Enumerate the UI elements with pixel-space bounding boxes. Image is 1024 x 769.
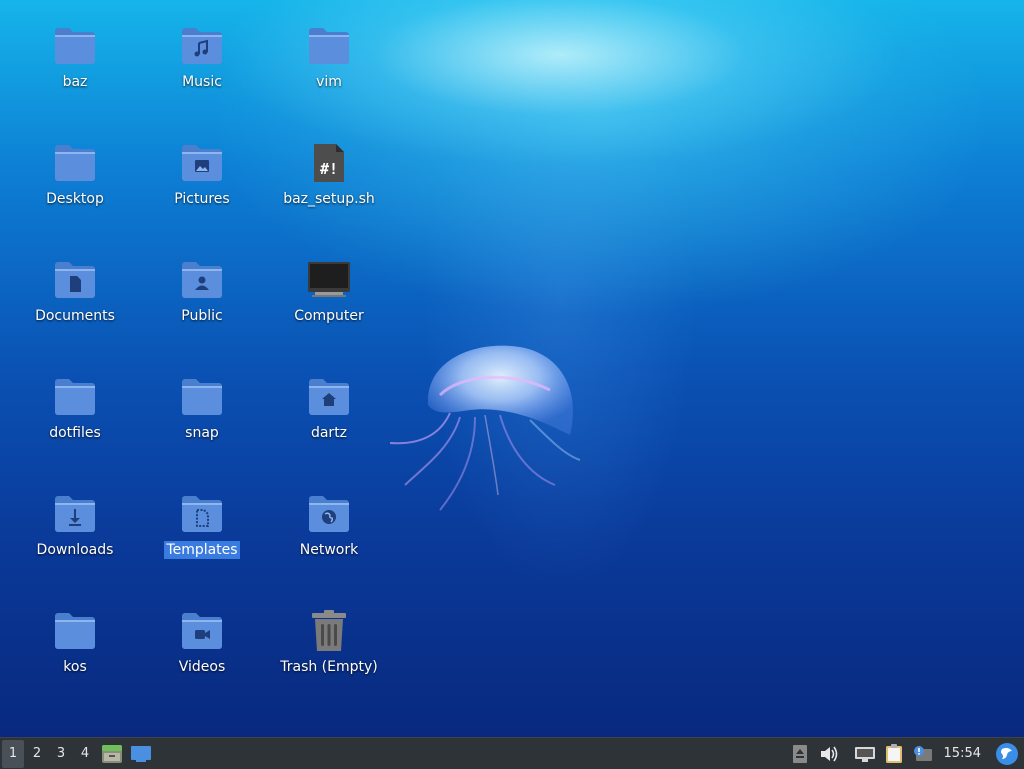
desktop-icon-computer[interactable]: Computer xyxy=(271,258,387,358)
volume-icon xyxy=(820,746,837,761)
folder-home-icon xyxy=(307,375,351,419)
clock[interactable]: 15:54 xyxy=(944,746,981,761)
script-emblem: #! xyxy=(320,160,338,178)
volume-button[interactable] xyxy=(816,741,842,767)
desktop-icon-baz-setup-sh[interactable]: #! baz_setup.sh xyxy=(271,141,387,241)
desktop-icon-label: Music xyxy=(182,74,222,90)
desktop-icon-public[interactable]: Public xyxy=(144,258,260,358)
folder-icon xyxy=(53,24,97,68)
clipboard-button[interactable] xyxy=(881,741,907,767)
workspace-1[interactable]: 1 xyxy=(2,739,24,768)
desktop-icon-dotfiles[interactable]: dotfiles xyxy=(17,375,133,475)
desktop-icon-label: Downloads xyxy=(36,542,114,558)
system-tray: 15:54 xyxy=(784,738,1024,769)
desktop-icon-documents[interactable]: Documents xyxy=(17,258,133,358)
folder-icon xyxy=(180,375,224,419)
desktop-icon-label: Network xyxy=(299,542,359,558)
app-menu-button[interactable] xyxy=(994,741,1020,767)
workspace-4[interactable]: 4 xyxy=(74,740,96,768)
file-manager-button[interactable] xyxy=(99,741,125,767)
desktop-icon-pictures[interactable]: Pictures xyxy=(144,141,260,241)
desktop-icon-videos[interactable]: Videos xyxy=(144,609,260,709)
desktop-icon-label: Pictures xyxy=(174,191,230,207)
folder-icon xyxy=(307,24,351,68)
eject-button[interactable] xyxy=(787,741,813,767)
taskbar: 1 2 3 4 15:54 xyxy=(0,737,1024,769)
desktop-icon xyxy=(131,745,151,762)
desktop-icon-label: baz xyxy=(62,74,88,90)
desktop-icon-label: kos xyxy=(63,659,87,675)
desktop-icon-label: Computer xyxy=(294,308,364,324)
desktop-icon-label: dartz xyxy=(310,425,348,441)
desktop-icon-vim[interactable]: vim xyxy=(271,24,387,124)
folder-pictures-icon xyxy=(180,141,224,185)
desktop-icon-trash[interactable]: Trash (Empty) xyxy=(271,609,387,709)
eject-icon xyxy=(792,744,807,763)
desktop-icon-desktop[interactable]: Desktop xyxy=(17,141,133,241)
desktop-icon-label: Desktop xyxy=(46,191,104,207)
desktop-icon-label: baz_setup.sh xyxy=(283,191,375,207)
file-cabinet-icon xyxy=(102,744,122,763)
workspace-2[interactable]: 2 xyxy=(26,740,48,768)
folder-videos-icon xyxy=(180,609,224,653)
trash-icon xyxy=(307,609,351,653)
clipboard-icon xyxy=(885,743,902,763)
desktop-icon-label: vim xyxy=(316,74,342,90)
folder-icon xyxy=(53,375,97,419)
notifications-button[interactable] xyxy=(910,741,936,767)
folder-documents-icon xyxy=(53,258,97,302)
shell-script-icon: #! xyxy=(307,141,351,185)
show-desktop-button[interactable] xyxy=(128,741,154,767)
desktop-icon-music[interactable]: Music xyxy=(144,24,260,124)
desktop-icon-baz[interactable]: baz xyxy=(17,24,133,124)
folder-download-icon xyxy=(53,492,97,536)
folder-public-icon xyxy=(180,258,224,302)
desktop-icon-kos[interactable]: kos xyxy=(17,609,133,709)
desktop-icon-dartz[interactable]: dartz xyxy=(271,375,387,475)
network-wired-icon xyxy=(854,746,875,762)
folder-icon xyxy=(53,141,97,185)
notification-alert-icon xyxy=(913,745,932,761)
folder-icon xyxy=(53,609,97,653)
wallpaper-jellyfish xyxy=(389,345,581,511)
folder-network-icon xyxy=(307,492,351,536)
computer-icon xyxy=(307,258,351,302)
folder-music-icon xyxy=(180,24,224,68)
folder-templates-icon xyxy=(180,492,224,536)
desktop-icon-templates[interactable]: Templates xyxy=(144,492,260,592)
desktop-icon-downloads[interactable]: Downloads xyxy=(17,492,133,592)
desktop-icon-snap[interactable]: snap xyxy=(144,375,260,475)
desktop-icon-label: snap xyxy=(185,425,219,441)
workspace-3[interactable]: 3 xyxy=(50,740,72,768)
desktop-icon-label: Documents xyxy=(35,308,115,324)
network-button[interactable] xyxy=(852,741,878,767)
desktop-icon-label: Public xyxy=(181,308,223,324)
desktop-icon-label: Videos xyxy=(178,659,226,675)
distro-logo-icon xyxy=(996,742,1018,765)
desktop-icon-network[interactable]: Network xyxy=(271,492,387,592)
desktop-icon-label: dotfiles xyxy=(49,425,101,441)
desktop-icon-label: Templates xyxy=(164,541,240,559)
desktop-icon-label: Trash (Empty) xyxy=(280,659,378,675)
